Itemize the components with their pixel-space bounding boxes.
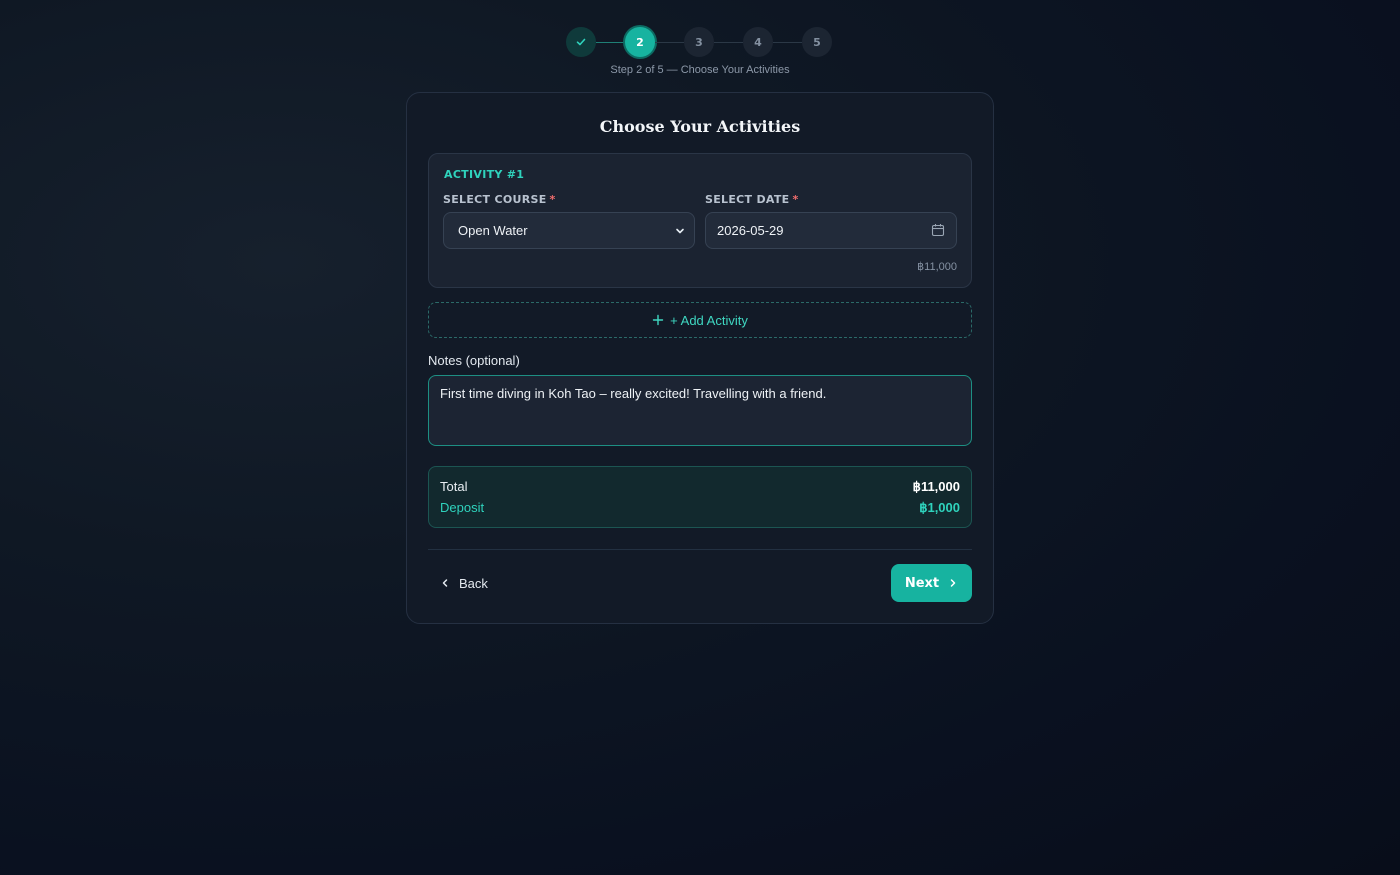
date-field-label: SELECT DATE * (705, 193, 799, 206)
divider (428, 549, 972, 550)
chevron-right-icon (948, 578, 958, 588)
step-connector (655, 41, 684, 43)
date-label-text: SELECT DATE (705, 193, 790, 206)
date-input-value: 2026-05-29 (717, 223, 784, 238)
step-connector (714, 41, 743, 43)
course-select[interactable]: Open Water (443, 212, 695, 249)
add-activity-button[interactable]: + Add Activity (428, 302, 972, 338)
calendar-icon[interactable] (931, 223, 945, 237)
back-button[interactable]: Back (440, 571, 488, 595)
notes-label: Notes (optional) (428, 353, 520, 368)
step-2-current: 2 (625, 27, 655, 57)
totals-summary: Total ฿11,000 Deposit ฿1,000 (428, 466, 972, 528)
total-row: Total ฿11,000 (440, 479, 960, 495)
required-marker: * (792, 193, 799, 206)
course-select-value: Open Water (458, 223, 528, 238)
required-marker: * (549, 193, 556, 206)
activity-label: ACTIVITY #1 (444, 168, 525, 181)
step-4: 4 (743, 27, 773, 57)
step-connector (596, 41, 625, 43)
course-field-label: SELECT COURSE * (443, 193, 556, 206)
progress-stepper: 2 3 4 5 (566, 27, 832, 57)
next-button[interactable]: Next (891, 564, 972, 602)
activity-price: ฿11,000 (917, 261, 957, 273)
chevron-left-icon (440, 578, 450, 588)
page-title: Choose Your Activities (599, 117, 801, 136)
notes-textarea[interactable]: First time diving in Koh Tao – really ex… (428, 375, 972, 446)
deposit-label: Deposit (440, 500, 485, 515)
plus-icon (652, 314, 664, 326)
total-value: ฿11,000 (912, 479, 960, 494)
check-icon (576, 38, 586, 46)
step-5: 5 (802, 27, 832, 57)
activity-panel: ACTIVITY #1 SELECT COURSE * Open Water SE… (428, 153, 972, 288)
next-label: Next (904, 575, 940, 591)
step-3: 3 (684, 27, 714, 57)
chevron-down-icon (676, 228, 684, 234)
activities-card: Choose Your Activities ACTIVITY #1 SELEC… (406, 92, 994, 624)
deposit-row: Deposit ฿1,000 (440, 500, 960, 516)
back-label: Back (459, 575, 488, 591)
step-1-complete[interactable] (566, 27, 596, 57)
course-label-text: SELECT COURSE (443, 193, 547, 206)
total-label: Total (440, 479, 468, 494)
deposit-value: ฿1,000 (919, 500, 960, 515)
add-activity-label: + Add Activity (670, 312, 748, 328)
date-input[interactable]: 2026-05-29 (705, 212, 957, 249)
step-caption: Step 2 of 5 — Choose Your Activities (610, 64, 790, 76)
step-connector (773, 41, 802, 43)
